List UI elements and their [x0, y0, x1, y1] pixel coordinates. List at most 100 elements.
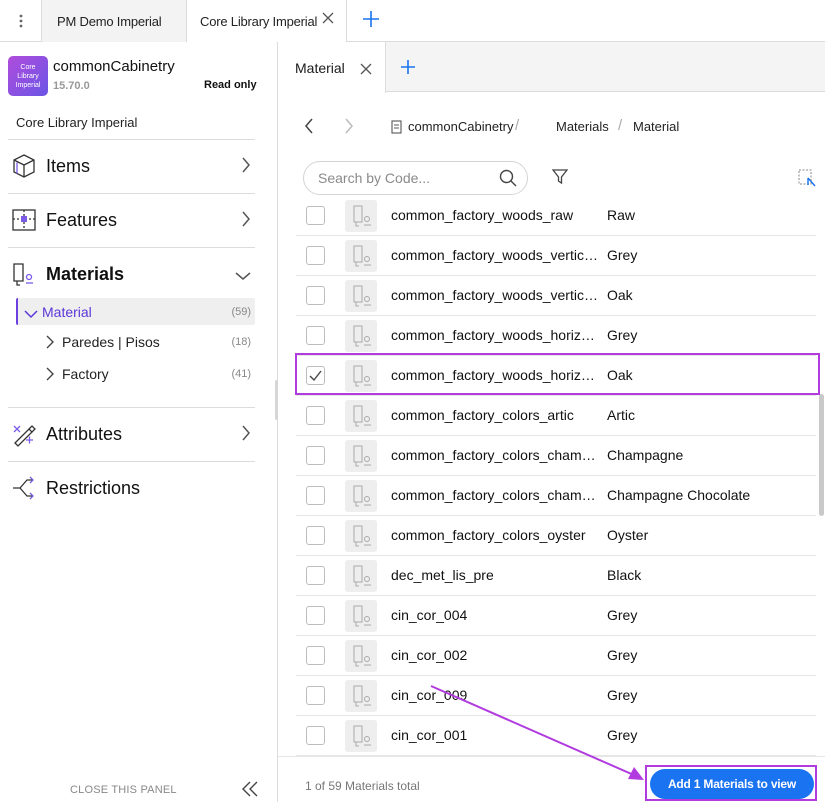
row-checkbox[interactable] [306, 446, 325, 465]
tree-item-count: (41) [231, 368, 251, 380]
close-tab-icon[interactable] [322, 12, 334, 27]
sidebar-item-attributes[interactable]: Attributes [8, 407, 255, 460]
row-checkbox[interactable] [306, 406, 325, 425]
library-version: 15.70.0 [53, 80, 90, 92]
table-row[interactable]: common_factory_colors_cham… Champagne Cho… [296, 476, 816, 516]
breadcrumb-separator: / [618, 117, 623, 134]
chevron-right-icon [241, 425, 251, 446]
row-checkbox-checked[interactable] [306, 366, 325, 385]
tree-item-factory[interactable]: Factory (41) [40, 360, 255, 388]
row-checkbox[interactable] [306, 726, 325, 745]
material-code: cin_cor_001 [391, 727, 468, 743]
scrollbar-thumb[interactable] [819, 394, 824, 516]
sidebar-item-items[interactable]: Items [8, 139, 255, 192]
row-checkbox[interactable] [306, 686, 325, 705]
table-row[interactable]: dec_met_lis_pre Black [296, 556, 816, 596]
panel-resize-handle[interactable] [275, 380, 278, 420]
close-tab-icon[interactable] [360, 62, 372, 80]
add-tab-icon[interactable] [360, 8, 382, 35]
material-name: Grey [607, 327, 638, 343]
table-row[interactable]: common_factory_colors_oyster Oyster [296, 516, 816, 556]
row-checkbox[interactable] [306, 646, 325, 665]
table-row[interactable]: common_factory_woods_horiz… Oak [296, 356, 816, 396]
sidebar-item-label: Attributes [46, 423, 123, 444]
row-checkbox[interactable] [306, 326, 325, 345]
forward-arrow-icon[interactable] [344, 118, 354, 139]
sidebar-item-restrictions[interactable]: Restrictions [8, 461, 255, 514]
tab-label: Core Library Imperial [200, 14, 318, 29]
chevron-right-icon [46, 335, 54, 352]
tab-core-library-imperial[interactable]: Core Library Imperial [187, 0, 347, 43]
table-row[interactable]: common_factory_woods_horiz… Grey [296, 316, 816, 356]
row-checkbox[interactable] [306, 486, 325, 505]
collapse-panel-icon[interactable] [241, 781, 259, 802]
document-icon [391, 120, 402, 139]
back-arrow-icon[interactable] [304, 118, 314, 139]
filter-icon[interactable] [551, 169, 569, 190]
sidebar-item-label: Items [46, 155, 91, 176]
material-thumbnail [345, 720, 377, 752]
kebab-menu-icon[interactable] [0, 0, 42, 42]
sidebar-item-features[interactable]: Features [8, 193, 255, 246]
breadcrumb-library[interactable]: commonCabinetry 1114: [408, 119, 516, 134]
material-thumbnail [345, 680, 377, 712]
material-code: common_factory_woods_horiz… [391, 327, 595, 343]
chevron-right-icon [241, 157, 251, 178]
material-thumbnail [345, 320, 377, 352]
material-thumbnail [345, 440, 377, 472]
sidebar-item-materials[interactable]: Materials [8, 247, 255, 300]
material-code: dec_met_lis_pre [391, 567, 494, 583]
tab-pm-demo-imperial[interactable]: PM Demo Imperial [42, 0, 187, 42]
tree-item-material[interactable]: Material (59) [16, 298, 255, 325]
tree-item-label: Material [42, 303, 92, 320]
table-row[interactable]: common_factory_colors_cham… Champagne [296, 436, 816, 476]
material-thumbnail [345, 560, 377, 592]
add-materials-to-view-button[interactable]: Add 1 Materials to view [650, 769, 814, 799]
chevron-right-icon [241, 211, 251, 232]
material-name: Raw [607, 207, 636, 223]
breadcrumb-materials[interactable]: Materials [556, 119, 609, 134]
material-code: common_factory_colors_cham… [391, 487, 596, 503]
library-title: Core Library Imperial [16, 115, 138, 130]
material-name: Champagne Chocolate [607, 487, 751, 503]
tree-item-count: (18) [231, 336, 251, 348]
material-name: Artic [607, 407, 635, 423]
material-name: Oyster [607, 527, 649, 543]
row-checkbox[interactable] [306, 246, 325, 265]
materials-icon [11, 261, 37, 287]
restrictions-icon [11, 475, 37, 501]
add-tab-icon[interactable] [399, 58, 417, 81]
breadcrumb-material: Material [633, 119, 680, 134]
tab-label: Material [295, 60, 345, 76]
tab-material[interactable]: Material [278, 42, 386, 93]
table-row[interactable]: cin_cor_009 Grey [296, 676, 816, 716]
row-checkbox[interactable] [306, 526, 325, 545]
table-row[interactable]: common_factory_woods_raw Raw [296, 196, 816, 236]
sidebar-item-label: Restrictions [46, 477, 141, 498]
row-checkbox[interactable] [306, 206, 325, 225]
material-thumbnail [345, 200, 377, 232]
material-code: common_factory_woods_vertic… [391, 247, 598, 263]
table-row[interactable]: cin_cor_004 Grey [296, 596, 816, 636]
grid-view-icon[interactable] [798, 169, 816, 192]
materials-list: common_factory_woods_raw Raw common_factor… [296, 196, 816, 756]
search-input[interactable] [318, 170, 488, 186]
list-footer: 1 of 59 Materials total Add 1 Materials … [278, 756, 825, 802]
material-name: Oak [607, 287, 633, 303]
table-row[interactable]: cin_cor_001 Grey [296, 716, 816, 756]
table-row[interactable]: common_factory_woods_vertic… Oak [296, 276, 816, 316]
table-row[interactable]: common_factory_colors_artic Artic [296, 396, 816, 436]
table-row[interactable]: common_factory_woods_vertic… Grey [296, 236, 816, 276]
list-scrollbar[interactable] [818, 196, 825, 756]
row-checkbox[interactable] [306, 286, 325, 305]
close-panel-link[interactable]: CLOSE THIS PANEL [70, 784, 177, 796]
row-checkbox[interactable] [306, 566, 325, 585]
row-checkbox[interactable] [306, 606, 325, 625]
tree-item-paredes-pisos[interactable]: Paredes | Pisos (18) [40, 328, 255, 356]
search-icon[interactable] [499, 169, 517, 192]
table-row[interactable]: cin_cor_002 Grey [296, 636, 816, 676]
top-tab-bar: PM Demo Imperial Core Library Imperial [0, 0, 825, 43]
chevron-right-icon [46, 367, 54, 384]
material-name: Grey [607, 247, 638, 263]
material-name: Grey [607, 727, 638, 743]
